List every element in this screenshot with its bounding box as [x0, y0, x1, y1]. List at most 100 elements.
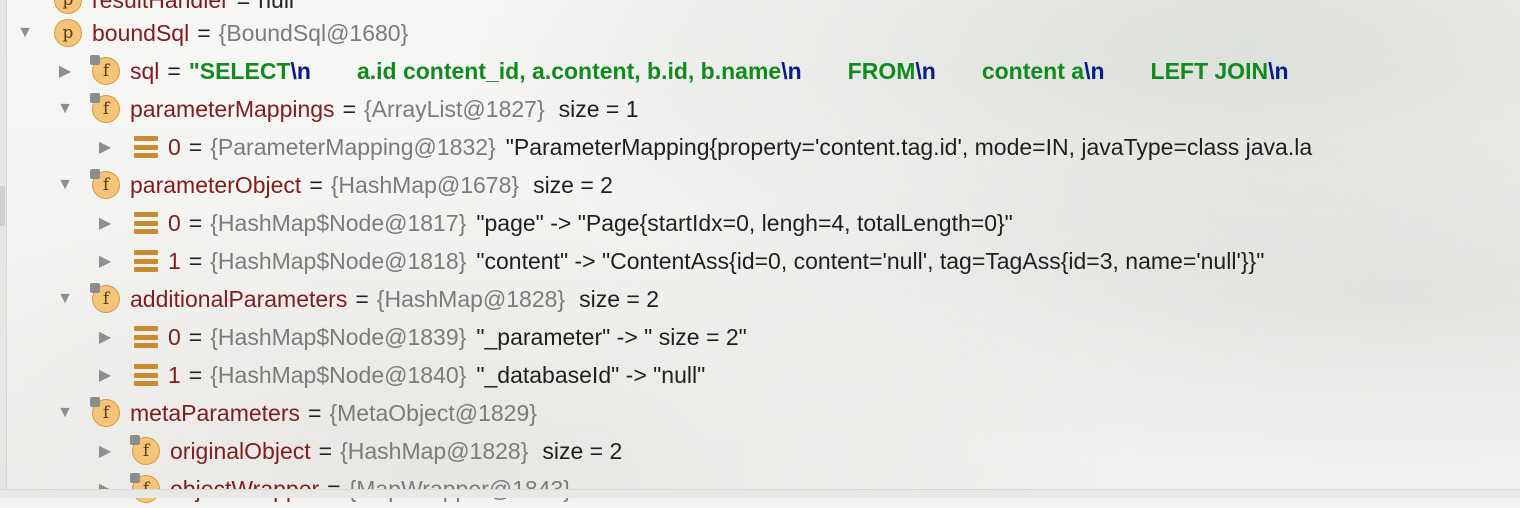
- map-entry-icon: [134, 364, 158, 386]
- variable-type-ref: {HashMap$Node@1840}: [210, 361, 467, 388]
- variable-tostring: "content" -> "ContentAss{id=0, content='…: [476, 247, 1265, 274]
- sql-escape: \n: [781, 57, 802, 84]
- lock-icon: [90, 397, 100, 407]
- variable-type-ref: {BoundSql@1680}: [218, 19, 409, 46]
- variable-size: size = 1: [558, 95, 639, 122]
- sql-escape: \n: [1084, 57, 1105, 84]
- tree-row-parametermapping-0[interactable]: ▶ 0 = {ParameterMapping@1832} "Parameter…: [0, 128, 1520, 166]
- variable-name: resultHandler: [92, 0, 229, 14]
- equals-sign: =: [188, 209, 203, 236]
- equals-sign: =: [342, 95, 356, 122]
- element-index: 0: [168, 133, 181, 160]
- sql-escape: \n: [1268, 57, 1289, 84]
- variable-type-ref: {HashMap@1678}: [330, 171, 520, 198]
- variable-type-ref: {HashMap@1828}: [376, 285, 566, 312]
- sql-part: SELECT: [199, 57, 291, 84]
- equals-sign: =: [318, 437, 333, 464]
- variable-type-ref: {HashMap$Node@1839}: [210, 323, 467, 350]
- tree-row-hashmap-node-1[interactable]: ▶ 1 = {HashMap$Node@1840} "_databaseId" …: [0, 356, 1520, 394]
- map-entry-icon: [134, 212, 158, 234]
- element-index: 1: [168, 247, 181, 274]
- array-element-icon: [134, 136, 158, 158]
- variable-type-ref: {HashMap$Node@1818}: [210, 247, 467, 274]
- lock-icon: [90, 283, 100, 293]
- variable-size: size = 2: [542, 437, 623, 464]
- expand-arrow-icon[interactable]: ▶: [96, 138, 114, 156]
- equals-sign: =: [167, 57, 181, 84]
- expand-arrow-icon[interactable]: ▶: [56, 62, 74, 80]
- variable-name: parameterMappings: [130, 95, 335, 122]
- expand-arrow-icon[interactable]: ▶: [96, 366, 114, 384]
- variable-tostring: "page" -> "Page{startIdx=0, lengh=4, tot…: [476, 209, 1013, 236]
- collapse-arrow-icon[interactable]: ▼: [16, 24, 34, 42]
- field-icon: f: [90, 397, 120, 427]
- tree-row-hashmap-node-0[interactable]: ▶ 0 = {HashMap$Node@1839} "_parameter" -…: [0, 318, 1520, 356]
- lock-icon: [130, 473, 140, 483]
- element-index: 0: [168, 209, 181, 236]
- tree-row-hashmap-node-1[interactable]: ▶ 1 = {HashMap$Node@1818} "content" -> "…: [0, 242, 1520, 280]
- variable-tostring: "_parameter" -> " size = 2": [476, 323, 747, 350]
- variable-size: size = 2: [533, 171, 613, 198]
- expand-arrow-icon[interactable]: ▶: [96, 328, 114, 346]
- equals-sign: =: [188, 133, 203, 160]
- tree-row-boundsql[interactable]: ▼ p boundSql = {BoundSql@1680}: [0, 14, 1520, 52]
- tree-row-sql[interactable]: ▶ f sql = "SELECT\n a.id content_id, a.co…: [0, 52, 1520, 90]
- variable-name: parameterObject: [130, 171, 302, 198]
- variable-type-ref: {HashMap$Node@1817}: [210, 209, 467, 236]
- lock-icon: [90, 55, 100, 65]
- collapse-arrow-icon[interactable]: ▼: [56, 290, 74, 308]
- lock-icon: [90, 93, 100, 103]
- tree-row-additionalparameters[interactable]: ▼ f additionalParameters = {HashMap@1828…: [0, 280, 1520, 318]
- equals-sign: =: [308, 399, 322, 426]
- property-icon: p: [54, 0, 82, 14]
- map-entry-icon: [134, 250, 158, 272]
- element-index: 1: [168, 361, 181, 388]
- tree-row-parameterobject[interactable]: ▼ f parameterObject = {HashMap@1678} siz…: [0, 166, 1520, 204]
- equals-sign: =: [188, 247, 203, 274]
- collapse-arrow-icon[interactable]: ▼: [56, 100, 74, 118]
- variable-name: additionalParameters: [130, 285, 348, 312]
- collapse-arrow-icon[interactable]: ▼: [56, 404, 74, 422]
- sql-part: FROM: [847, 57, 916, 84]
- horizontal-scrollbar[interactable]: [0, 489, 1520, 498]
- equals-sign: =: [237, 0, 250, 14]
- sql-escape: \n: [290, 57, 311, 84]
- variable-tostring: "ParameterMapping{property='content.tag.…: [505, 133, 1313, 160]
- variable-name: metaParameters: [130, 399, 301, 426]
- variable-name: sql: [130, 57, 160, 84]
- field-icon: f: [90, 93, 120, 123]
- variable-name: boundSql: [92, 19, 190, 46]
- map-entry-icon: [134, 326, 158, 348]
- tree-row-originalobject[interactable]: ▶ f originalObject = {HashMap@1828} size…: [0, 432, 1520, 470]
- variables-tree: p resultHandler = null ▼ p boundSql = {B…: [0, 0, 1520, 503]
- field-icon: f: [90, 283, 120, 313]
- equals-sign: =: [197, 19, 211, 46]
- tree-row-metaparameters[interactable]: ▼ f metaParameters = {MetaObject@1829}: [0, 394, 1520, 432]
- tree-row-hashmap-node-0[interactable]: ▶ 0 = {HashMap$Node@1817} "page" -> "Pag…: [0, 204, 1520, 242]
- equals-sign: =: [188, 361, 203, 388]
- sql-part: a.id content_id, a.content, b.id, b.name: [356, 57, 782, 84]
- variable-value: null: [258, 0, 294, 14]
- field-icon: f: [90, 169, 120, 199]
- equals-sign: =: [309, 171, 323, 198]
- variable-type-ref: {ParameterMapping@1832}: [210, 133, 496, 160]
- variable-type-ref: {MetaObject@1829}: [329, 399, 537, 426]
- equals-sign: =: [188, 323, 203, 350]
- tree-row-parametermappings[interactable]: ▼ f parameterMappings = {ArrayList@1827}…: [0, 90, 1520, 128]
- variable-name: originalObject: [170, 437, 311, 464]
- variable-type-ref: {HashMap@1828}: [340, 437, 529, 464]
- sql-escape: \n: [915, 57, 936, 84]
- lock-icon: [90, 169, 100, 179]
- collapse-arrow-icon[interactable]: ▼: [56, 176, 74, 194]
- expand-arrow-icon[interactable]: ▶: [96, 252, 114, 270]
- sql-string-value: "SELECT\n a.id content_id, a.content, b.i…: [189, 58, 1289, 85]
- element-index: 0: [168, 323, 181, 350]
- lock-icon: [130, 435, 140, 445]
- property-icon: p: [54, 19, 82, 47]
- field-icon: f: [130, 435, 160, 465]
- sql-open-quote: ": [188, 57, 200, 84]
- sql-part: LEFT JOIN: [1150, 57, 1269, 84]
- variable-tostring: "_databaseId" -> "null": [476, 361, 706, 388]
- expand-arrow-icon[interactable]: ▶: [96, 214, 114, 232]
- expand-arrow-icon[interactable]: ▶: [96, 442, 114, 460]
